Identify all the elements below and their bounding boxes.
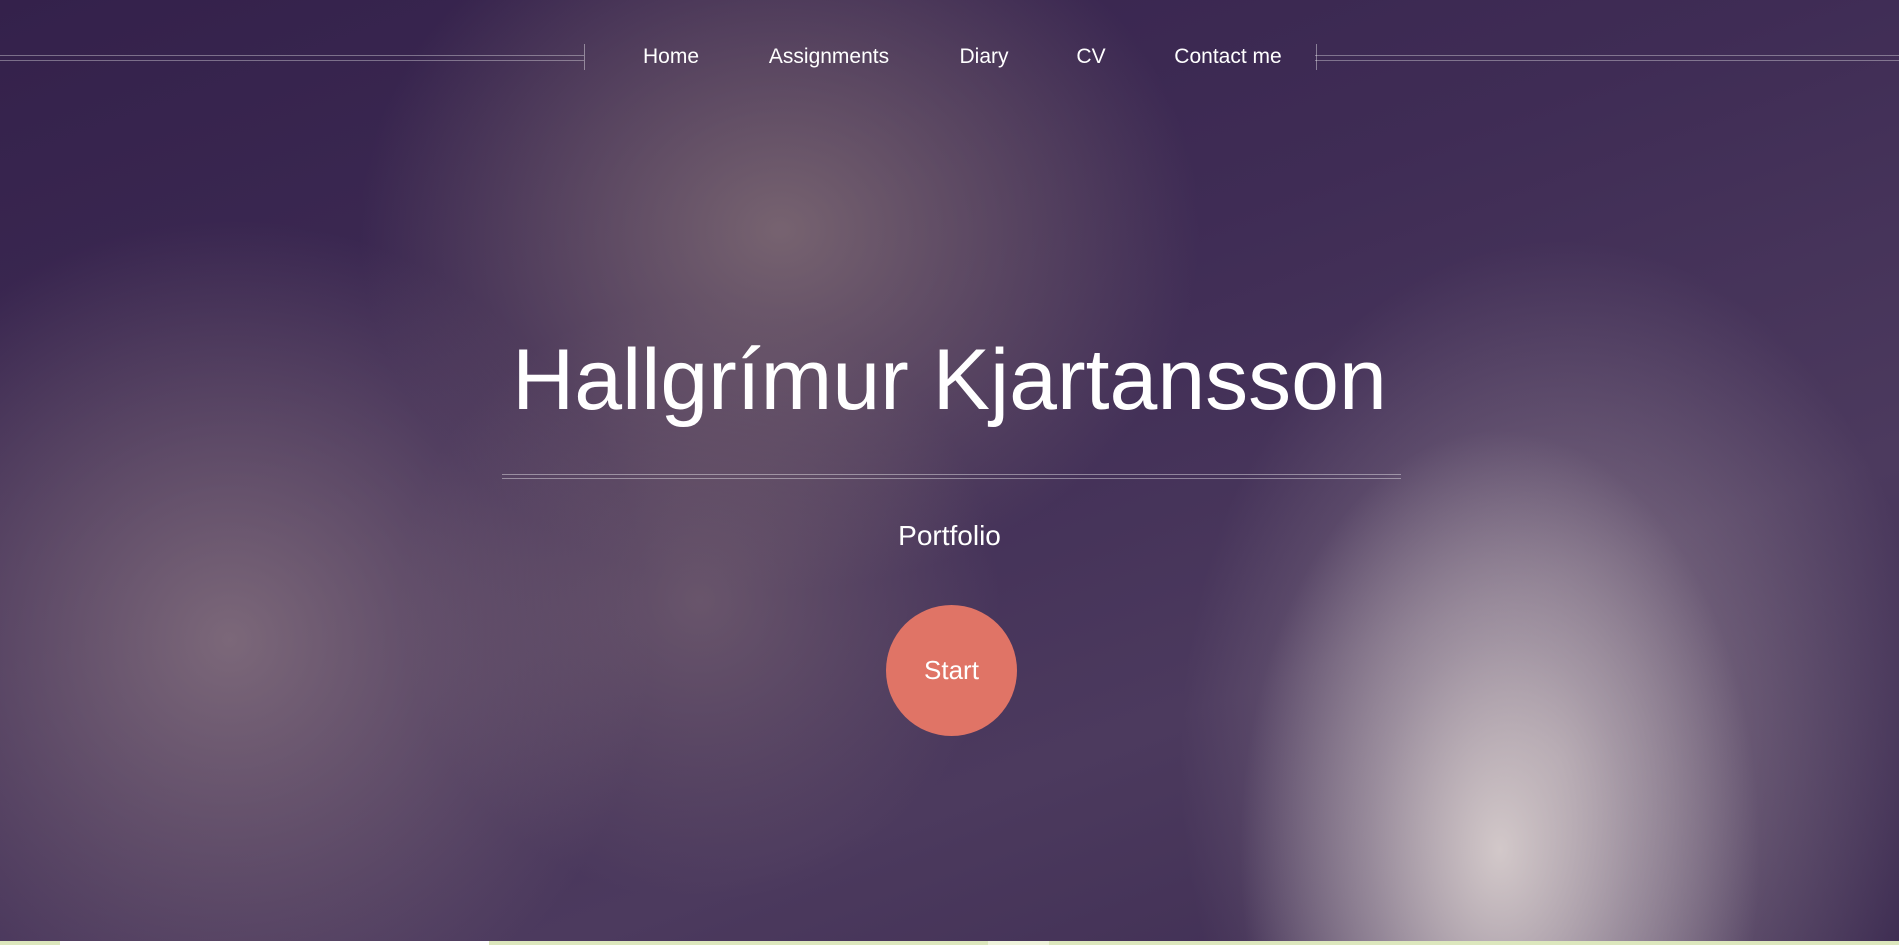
start-button[interactable]: Start (886, 605, 1017, 736)
nav-home[interactable]: Home (643, 44, 699, 70)
nav-line-right (1315, 55, 1899, 61)
nav-contact[interactable]: Contact me (1174, 44, 1281, 70)
main-nav: Home Assignments Diary CV Contact me (584, 44, 1317, 70)
nav-cv[interactable]: CV (1076, 44, 1105, 70)
title-divider (502, 474, 1401, 479)
nav-assignments[interactable]: Assignments (769, 44, 889, 70)
nav-line-left (0, 55, 584, 61)
page-title: Hallgrímur Kjartansson (512, 332, 1387, 428)
bottom-strip-pale (988, 941, 1049, 945)
nav-diary[interactable]: Diary (959, 44, 1008, 70)
bottom-strip-white (60, 941, 489, 945)
page-subtitle: Portfolio (898, 520, 1001, 551)
